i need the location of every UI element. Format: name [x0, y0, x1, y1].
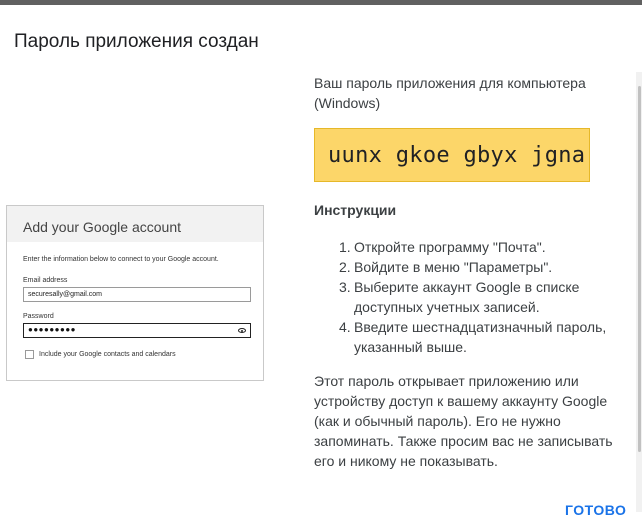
preview-email-label: Email address — [23, 277, 68, 284]
instructions-title: Инструкции — [314, 202, 397, 218]
device-label: Ваш пароль приложения для компьютера (Wi… — [314, 75, 586, 111]
preview-password-dots: ●●●●●●●●● — [28, 325, 76, 334]
dialog-title: Пароль приложения создан — [14, 31, 259, 52]
instruction-item: 3. Выберите аккаунт Google в списке досту… — [314, 277, 614, 317]
done-button[interactable]: ГОТОВО — [565, 502, 626, 518]
instruction-number: 4. — [339, 319, 351, 335]
windows-mail-preview-image: Add your Google account Enter the inform… — [6, 205, 264, 381]
instruction-number: 1. — [339, 239, 351, 255]
preview-email-field: securesally@gmail.com — [23, 287, 251, 302]
instructions-list: 1. Откройте программу "Почта". 2. Войдите … — [314, 237, 614, 357]
instruction-item: 2. Войдите в меню "Параметры". — [314, 257, 614, 277]
scrollbar-thumb[interactable] — [638, 86, 641, 452]
instruction-number: 2. — [339, 259, 351, 275]
instruction-item: 4. Введите шестнадцатизначный пароль, ука… — [314, 317, 614, 357]
preview-info-text: Enter the information below to connect t… — [23, 256, 219, 263]
instruction-text: Выберите аккаунт Google в списке доступн… — [354, 279, 580, 315]
preview-password-field: ●●●●●●●●● — [23, 323, 251, 338]
instruction-text: Введите шестнадцатизначный пароль, указа… — [354, 319, 607, 355]
instruction-number: 3. — [339, 279, 351, 295]
eye-icon — [238, 328, 246, 333]
security-note: Этот пароль открывает приложению или уст… — [314, 373, 613, 469]
instruction-text: Войдите в меню "Параметры". — [354, 259, 553, 275]
top-bar — [0, 0, 642, 5]
app-password: uunx gkoe gbyx jgna — [328, 143, 586, 168]
app-password-box: uunx gkoe gbyx jgna — [314, 128, 590, 182]
preview-password-label: Password — [23, 313, 54, 320]
instruction-item: 1. Откройте программу "Почта". — [314, 237, 614, 257]
preview-header: Add your Google account — [7, 206, 263, 242]
preview-checkbox — [25, 350, 34, 359]
instruction-text: Откройте программу "Почта". — [354, 239, 546, 255]
preview-checkbox-label: Include your Google contacts and calenda… — [39, 351, 176, 358]
